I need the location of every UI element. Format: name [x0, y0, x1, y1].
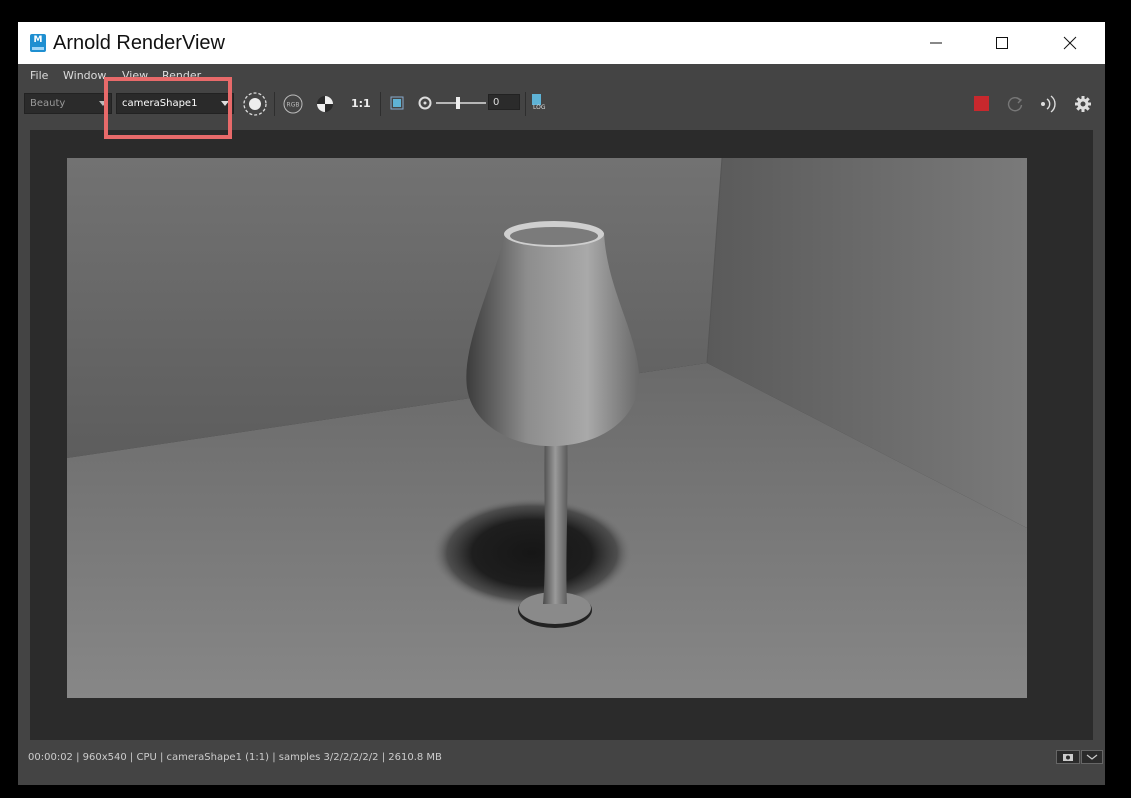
crop-region-icon[interactable] — [389, 95, 405, 111]
stop-render-button[interactable] — [974, 96, 989, 111]
svg-text:RGB: RGB — [287, 102, 300, 109]
window-title: Arnold RenderView — [53, 32, 225, 54]
status-bar: 00:00:02 | 960x540 | CPU | cameraShape1 … — [18, 748, 1105, 770]
rgb-channels-icon[interactable]: RGB — [282, 93, 304, 115]
ratio-1to1-button[interactable]: 1:1 — [351, 97, 371, 110]
refresh-render-icon[interactable] — [1006, 95, 1024, 113]
close-button[interactable] — [1047, 22, 1093, 64]
maya-icon: M — [30, 34, 46, 52]
snapshot-camera-icon[interactable] — [1056, 750, 1080, 764]
renderview-window: M Arnold RenderView File Window View Ren… — [18, 22, 1105, 785]
highlight-box — [104, 77, 232, 139]
gear-icon[interactable] — [1074, 95, 1092, 113]
exposure-value: 0 — [493, 97, 500, 108]
minimize-button[interactable] — [913, 22, 959, 64]
title-bar: M Arnold RenderView — [18, 22, 1105, 64]
minimize-icon — [930, 42, 942, 44]
close-icon — [1063, 36, 1077, 50]
maximize-button[interactable] — [979, 22, 1025, 64]
log-label: LOG — [533, 104, 546, 111]
toolbar-separator — [525, 92, 526, 116]
maximize-icon — [996, 37, 1008, 49]
aov-select-value: Beauty — [30, 98, 66, 109]
exposure-slider[interactable] — [434, 95, 488, 111]
exposure-value-field[interactable]: 0 — [488, 94, 520, 110]
exposure-aperture-icon[interactable] — [418, 96, 432, 110]
render-region-icon[interactable] — [242, 91, 268, 117]
toolbar-separator — [274, 92, 275, 116]
checker-background-icon[interactable] — [315, 94, 335, 114]
status-text: 00:00:02 | 960x540 | CPU | cameraShape1 … — [28, 752, 442, 763]
render-viewport[interactable] — [30, 130, 1093, 740]
render-image — [67, 158, 1027, 698]
menu-file[interactable]: File — [30, 69, 48, 82]
toolbar-separator — [380, 92, 381, 116]
chevron-down-icon[interactable] — [1081, 750, 1103, 764]
log-button[interactable]: LOG — [531, 94, 551, 114]
ipr-broadcast-icon[interactable] — [1038, 94, 1060, 114]
aov-select[interactable]: Beauty — [24, 93, 112, 114]
menu-window[interactable]: Window — [63, 69, 106, 82]
